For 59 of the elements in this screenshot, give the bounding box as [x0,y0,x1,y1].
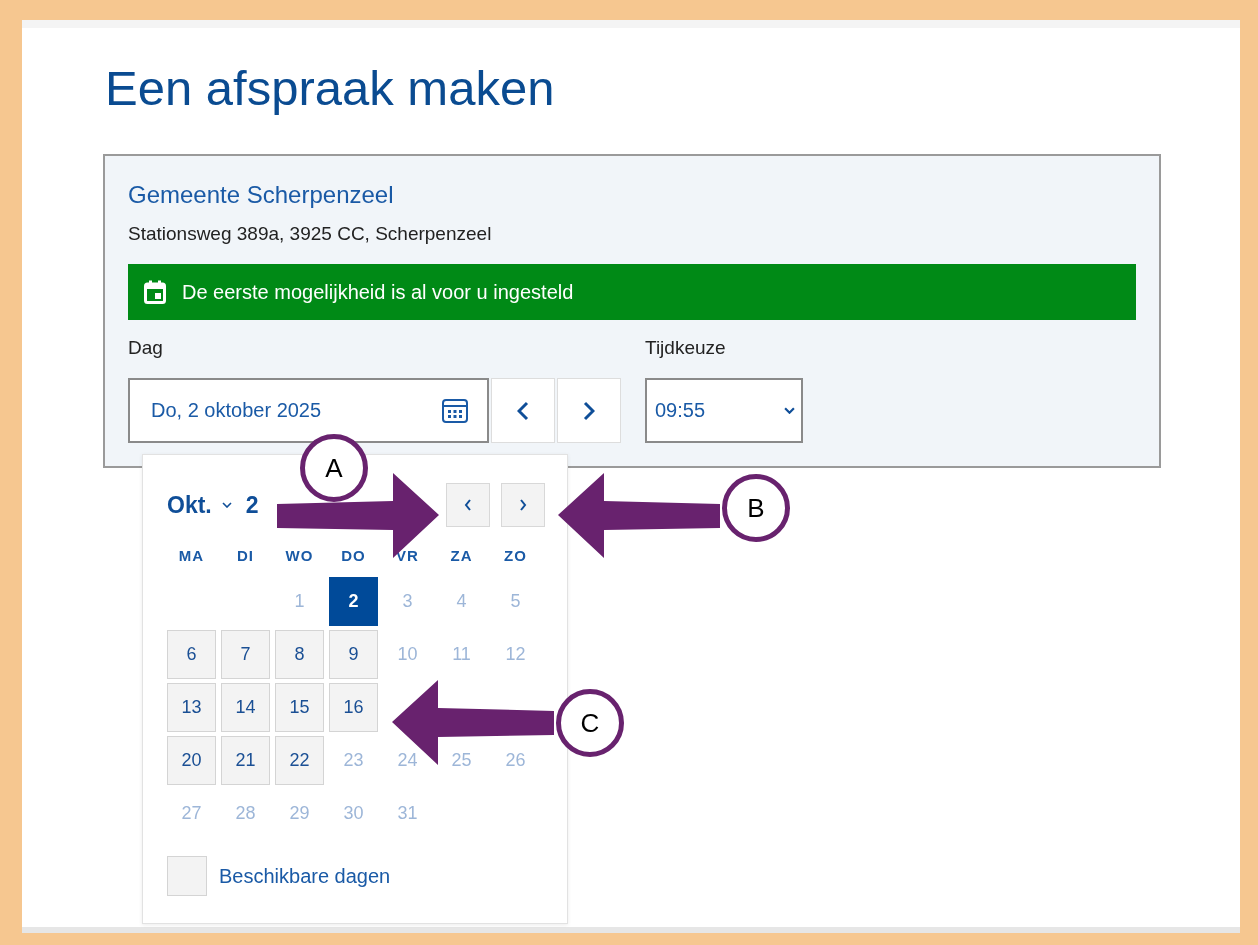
calendar-day[interactable]: 8 [275,630,324,679]
time-label: Tijdkeuze [645,336,727,360]
calendar-day: 23 [329,736,378,785]
calendar-day: 3 [383,577,432,626]
next-month-button[interactable] [501,483,545,527]
calendar-day[interactable]: 20 [167,736,216,785]
time-select[interactable]: 09:55 [645,378,803,443]
calendar-day[interactable]: 22 [275,736,324,785]
calendar-day[interactable]: 2 [329,577,378,626]
calendar-day: 12 [491,630,540,679]
calendar-icon [144,280,166,304]
calendar-day: 30 [329,789,378,838]
weekday-header: ZA [449,546,474,566]
calendar-day[interactable]: 21 [221,736,270,785]
calendar-day[interactable]: 15 [275,683,324,732]
chevron-left-icon [517,400,529,421]
location-address: Stationsweg 389a, 3925 CC, Scherpenzeel [128,222,493,246]
calendar-day: 27 [167,789,216,838]
chevron-left-icon [464,499,472,511]
calendar-day: 10 [383,630,432,679]
year-text[interactable]: 2 [245,491,259,519]
calendar-day: 28 [221,789,270,838]
calendar-day[interactable]: 6 [167,630,216,679]
calendar-day: 4 [437,577,486,626]
calendar-day: 25 [437,736,486,785]
weekday-header: ZO [503,546,528,566]
calendar-day: 29 [275,789,324,838]
notice-text: De eerste mogelijkheid is al voor u ingesteld [182,280,574,304]
page-title: Een afspraak maken [105,60,556,117]
caret-icon[interactable] [221,502,232,508]
calendar-day: 1 [275,577,324,626]
calendar-day[interactable]: 16 [329,683,378,732]
location-name: Gemeente Scherpenzeel [128,180,395,210]
calendar-day[interactable]: 14 [221,683,270,732]
weekday-header: MA [177,546,206,566]
day-label: Dag [128,336,164,360]
date-field[interactable]: Do, 2 oktober 2025 [128,378,489,443]
weekday-header: DI [236,546,255,566]
next-day-button[interactable] [557,378,621,443]
calendar-day[interactable]: 13 [167,683,216,732]
calendar-day: 11 [437,630,486,679]
calendar-day[interactable]: 7 [221,630,270,679]
weekday-header: DO [340,546,367,566]
chevron-right-icon [519,499,527,511]
caret-icon [784,407,795,414]
calendar-day: 26 [491,736,540,785]
calendar-day: 24 [383,736,432,785]
chevron-right-icon [583,400,595,421]
previous-month-button[interactable] [446,483,490,527]
month-selector[interactable]: Okt. [167,491,212,519]
calendar-day: 31 [383,789,432,838]
legend-text: Beschikbare dagen [219,864,391,888]
calendar-day[interactable]: 9 [329,630,378,679]
calendar-icon[interactable] [441,396,469,425]
previous-day-button[interactable] [491,378,555,443]
weekday-header: VR [395,546,420,566]
calendar-day: 5 [491,577,540,626]
legend-swatch [167,856,207,896]
weekday-header: WO [284,546,315,566]
